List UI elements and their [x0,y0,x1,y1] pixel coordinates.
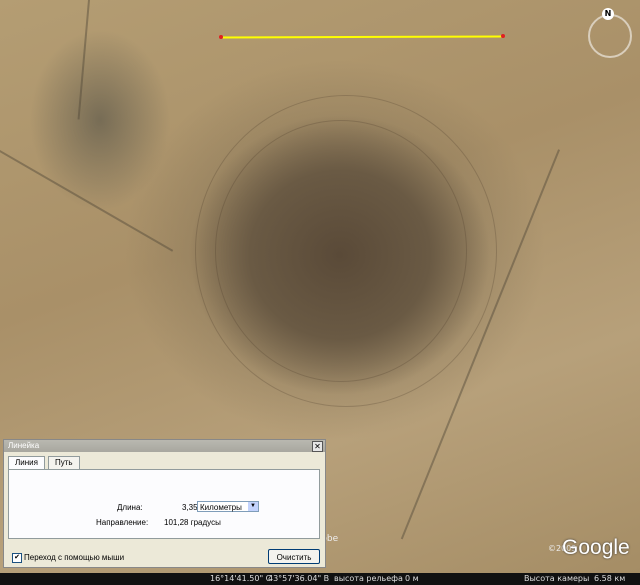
crater-ridge [195,95,497,407]
tab-line[interactable]: Линия [8,456,45,470]
eye-altitude-label: Высота камеры [524,574,590,583]
unit-select-value: Километры [200,503,242,512]
ruler-line [220,35,505,39]
compass-ring[interactable] [588,14,632,58]
longitude-readout: 43°57'36.04" В [268,574,330,583]
mouse-navigation-label: Переход с помощью мыши [24,553,125,562]
dialog-titlebar[interactable]: Линейка ✕ [4,440,325,452]
mouse-navigation-checkbox[interactable]: ✔ [12,553,22,563]
eye-altitude-value: 6.58 км [594,574,626,583]
length-label: Длина: [117,503,143,512]
clear-button[interactable]: Очистить [268,549,320,564]
dialog-title: Линейка [8,441,40,450]
elevation-value: 0 м [405,574,419,583]
direction-value: 101,28 градусы [164,518,221,527]
ruler-dialog: Линейка ✕ Линия Путь Длина: 3,35 Километ… [3,439,326,568]
length-value: 3,35 [182,503,198,512]
road [0,150,174,252]
google-logo: Google [562,536,630,559]
direction-label: Направление: [96,518,149,527]
ruler-end-point[interactable] [501,34,505,38]
road [77,0,90,120]
elevation-label: высота рельефа [334,574,403,583]
ruler-start-point[interactable] [219,35,223,39]
tab-path[interactable]: Путь [48,456,80,469]
navigation-compass[interactable]: N [588,8,634,58]
north-indicator[interactable]: N [602,8,614,20]
tab-panel [8,469,320,539]
latitude-readout: 16°14'41.50" С [210,574,272,583]
status-bar: 16°14'41.50" С 43°57'36.04" В высота рел… [0,573,640,585]
close-button[interactable]: ✕ [312,441,323,452]
unit-select[interactable]: Километры ▼ [197,501,259,512]
chevron-down-icon[interactable]: ▼ [248,502,258,511]
